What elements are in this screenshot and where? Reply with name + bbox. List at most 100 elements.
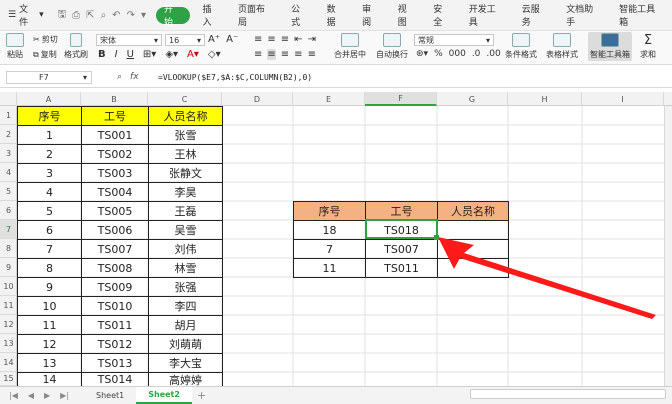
table-cell[interactable]: 王林	[148, 144, 223, 164]
font-grow-icon[interactable]: A⁺	[208, 34, 220, 45]
underline-button[interactable]: U	[127, 49, 134, 60]
tab-view[interactable]: 视图	[389, 0, 425, 31]
redo-icon[interactable]: ↷	[127, 10, 135, 21]
cut-button[interactable]: ✂ 剪切	[33, 34, 58, 45]
lookup-cell[interactable]: 7	[293, 239, 366, 259]
align-right-icon[interactable]: ≡	[281, 49, 289, 60]
table-cell[interactable]: TS007	[81, 239, 149, 259]
align-left-icon[interactable]: ≡	[254, 49, 262, 60]
table-cell[interactable]: TS014	[81, 372, 149, 387]
table-cell[interactable]: 刘萌萌	[148, 334, 223, 354]
prev-sheet-icon[interactable]: ◀	[23, 391, 39, 400]
table-cell[interactable]: 张静文	[148, 163, 223, 183]
table-cell[interactable]: 张雪	[148, 125, 223, 145]
table-cell[interactable]: 11	[17, 315, 82, 335]
table-header-cell[interactable]: 人员名称	[148, 106, 223, 126]
preview-icon[interactable]: ⌕	[101, 10, 107, 21]
table-cell[interactable]: TS003	[81, 163, 149, 183]
table-cell[interactable]: TS010	[81, 296, 149, 316]
table-cell[interactable]: 王磊	[148, 201, 223, 221]
sum-button[interactable]: Σ 求和	[640, 33, 656, 60]
table-cell[interactable]: 10	[17, 296, 82, 316]
conditional-format-button[interactable]: 条件格式	[505, 33, 537, 60]
table-cell[interactable]: 6	[17, 220, 82, 240]
row-header[interactable]: 8	[0, 239, 17, 258]
row-header[interactable]: 9	[0, 258, 17, 277]
chevron-down-icon[interactable]: ▾	[141, 10, 146, 21]
row-header[interactable]: 15	[0, 372, 17, 386]
name-box[interactable]: F7 ▾	[6, 71, 92, 84]
horizontal-scrollbar[interactable]	[470, 389, 666, 399]
border-icon[interactable]: ⊞▾	[143, 49, 156, 60]
table-cell[interactable]: 胡月	[148, 315, 223, 335]
save-icon[interactable]: 🖫	[58, 7, 67, 24]
decrease-decimal-icon[interactable]: .00	[486, 49, 500, 59]
percent-icon[interactable]: %	[434, 49, 443, 59]
table-cell[interactable]: 12	[17, 334, 82, 354]
align-bottom-icon[interactable]: ≡	[281, 34, 289, 45]
table-header-cell[interactable]: 序号	[17, 106, 82, 126]
table-header-cell[interactable]: 工号	[81, 106, 149, 126]
table-cell[interactable]: 9	[17, 277, 82, 297]
paste-button[interactable]: 粘贴	[6, 33, 24, 60]
table-cell[interactable]: 3	[17, 163, 82, 183]
tab-formulas[interactable]: 公式	[282, 0, 318, 31]
tab-data[interactable]: 数据	[318, 0, 354, 31]
currency-icon[interactable]: ⊛▾	[416, 49, 428, 59]
lookup-cell[interactable]: 11	[293, 258, 366, 278]
table-cell[interactable]: TS002	[81, 144, 149, 164]
font-size-select[interactable]: 16 ▾	[165, 34, 205, 46]
vertical-scrollbar[interactable]	[664, 106, 672, 386]
tab-cloud[interactable]: 云服务	[513, 0, 557, 31]
row-header[interactable]: 13	[0, 334, 17, 353]
table-cell[interactable]: 7	[17, 239, 82, 259]
font-shrink-icon[interactable]: A⁻	[226, 34, 238, 45]
print-icon[interactable]: ⎙	[72, 10, 80, 21]
justify-icon[interactable]: ≡	[294, 49, 302, 60]
indent-increase-icon[interactable]: ⇥	[308, 34, 316, 45]
select-all-corner[interactable]	[0, 92, 17, 106]
row-header[interactable]: 7	[0, 220, 17, 239]
lookup-cell[interactable]: 18	[293, 220, 366, 240]
table-cell[interactable]: 高婷婷	[148, 372, 223, 387]
table-cell[interactable]: TS006	[81, 220, 149, 240]
align-middle-icon[interactable]: ≡	[267, 34, 275, 45]
table-cell[interactable]: TS013	[81, 353, 149, 373]
copy-button[interactable]: ⧉ 复制	[33, 49, 57, 60]
table-cell[interactable]: TS005	[81, 201, 149, 221]
col-header-i[interactable]: I	[582, 92, 664, 106]
tab-review[interactable]: 审阅	[353, 0, 389, 31]
font-color-icon[interactable]: A▾	[187, 49, 199, 60]
merge-center-button[interactable]: 合并居中	[334, 33, 366, 60]
first-sheet-icon[interactable]: |◀	[4, 391, 23, 400]
table-cell[interactable]: 8	[17, 258, 82, 278]
table-cell[interactable]: 2	[17, 144, 82, 164]
clear-format-icon[interactable]: ◇▾	[208, 49, 221, 60]
col-header-d[interactable]: D	[222, 92, 293, 106]
col-header-a[interactable]: A	[17, 92, 81, 106]
table-cell[interactable]: 4	[17, 182, 82, 202]
table-cell[interactable]: 李四	[148, 296, 223, 316]
tab-page-layout[interactable]: 页面布局	[229, 0, 282, 31]
table-cell[interactable]: 林雪	[148, 258, 223, 278]
table-cell[interactable]: 李大宝	[148, 353, 223, 373]
smart-toolbox-button[interactable]: 智能工具箱	[588, 32, 632, 61]
tab-developer[interactable]: 开发工具	[460, 0, 513, 31]
bold-button[interactable]: B	[98, 49, 106, 60]
number-format-select[interactable]: 常规 ▾	[414, 34, 494, 46]
table-cell[interactable]: 1	[17, 125, 82, 145]
tab-insert[interactable]: 插入	[194, 0, 230, 31]
row-header[interactable]: 2	[0, 125, 17, 144]
export-icon[interactable]: ⇱	[86, 10, 94, 21]
format-painter-button[interactable]: 格式刷	[64, 33, 88, 60]
table-cell[interactable]: TS004	[81, 182, 149, 202]
row-header[interactable]: 11	[0, 296, 17, 315]
italic-button[interactable]: I	[115, 49, 118, 60]
table-cell[interactable]: TS011	[81, 315, 149, 335]
fill-color-icon[interactable]: ◈▾	[165, 49, 178, 60]
row-header[interactable]: 12	[0, 315, 17, 334]
align-center-icon[interactable]: ≡	[267, 49, 276, 60]
lookup-header-cell[interactable]: 人员名称	[437, 201, 509, 221]
table-style-button[interactable]: 表格样式	[546, 33, 578, 60]
col-header-g[interactable]: G	[437, 92, 508, 106]
